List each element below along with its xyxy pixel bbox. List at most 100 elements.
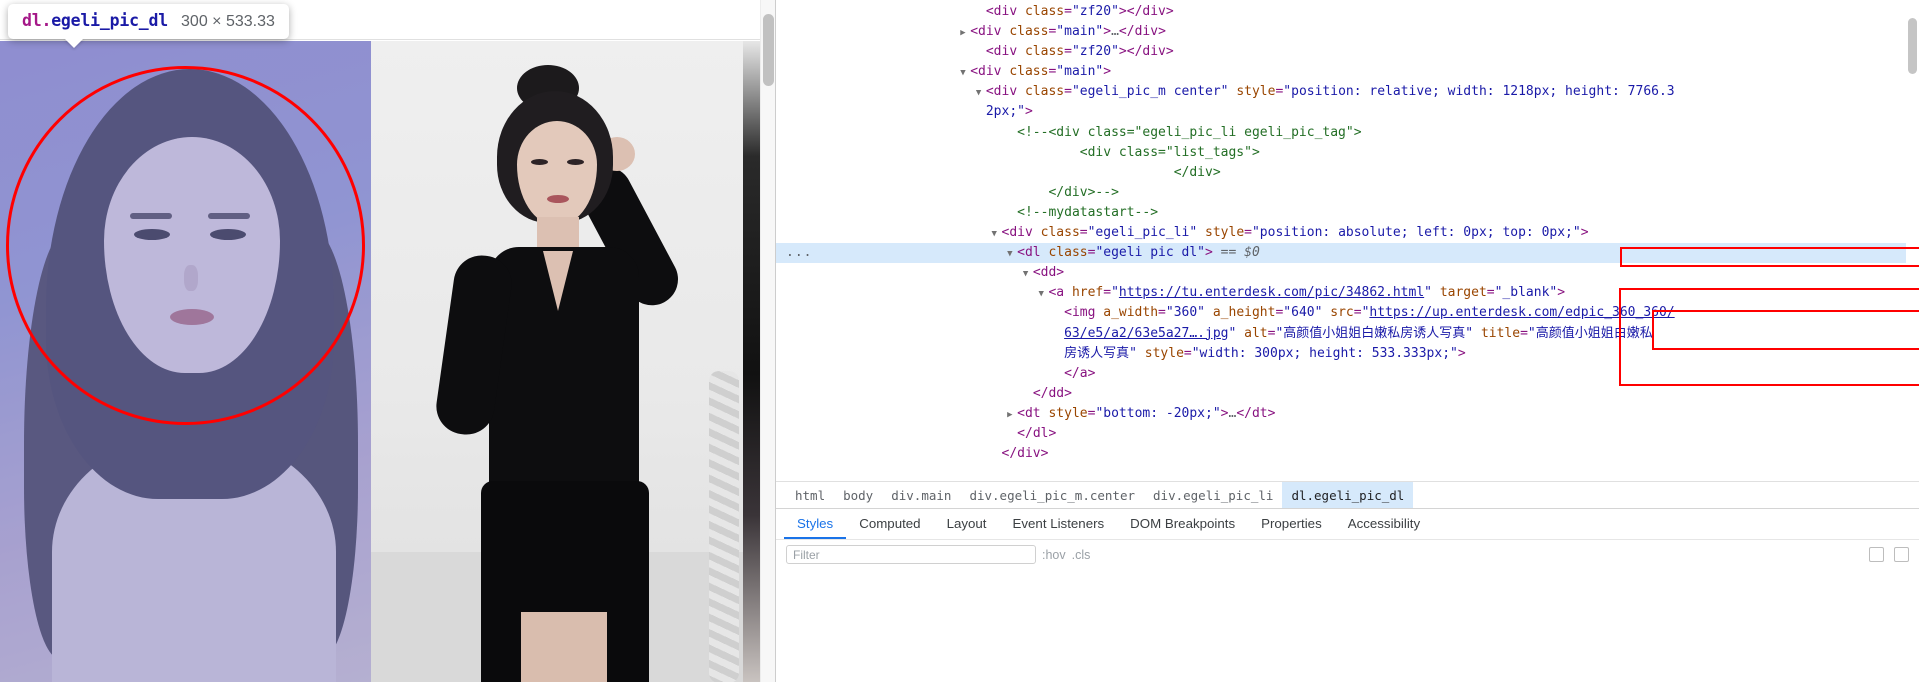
sidebar-tab-bar[interactable]: Styles Computed Layout Event Listeners DOM B… xyxy=(776,508,1919,539)
styles-pane[interactable]: Filter :hov .cls xyxy=(776,539,1919,682)
tab-accessibility[interactable]: Accessibility xyxy=(1335,509,1433,539)
breadcrumb-item-div-main[interactable]: div.main xyxy=(882,482,960,508)
dom-row[interactable]: </div>--> xyxy=(776,183,1919,203)
dom-attribute-name: src xyxy=(1330,305,1354,321)
dom-token xyxy=(1197,225,1205,240)
dom-row[interactable]: <div class="main">…</div> xyxy=(776,22,1919,42)
dom-row[interactable]: <dd> xyxy=(776,263,1919,283)
cls-toggle[interactable]: .cls xyxy=(1072,548,1091,562)
dom-row[interactable]: <!--<div class="egeli_pic_li egeli_pic_t… xyxy=(776,123,1919,143)
dom-token: < xyxy=(970,64,979,80)
chevron-right-icon[interactable] xyxy=(1007,405,1017,425)
breadcrumb-item-body[interactable]: body xyxy=(834,482,882,508)
chevron-right-icon[interactable] xyxy=(960,23,970,43)
dom-row[interactable]: </dd> xyxy=(776,384,1919,404)
dom-tree-scrollbar-thumb[interactable] xyxy=(1908,18,1917,74)
no-twisty-icon xyxy=(976,3,986,23)
styles-filter-input[interactable]: Filter xyxy=(786,545,1036,564)
chevron-down-icon[interactable] xyxy=(992,224,1002,244)
dom-tag-name: div xyxy=(978,24,1002,40)
photo2-eye-right xyxy=(567,159,584,165)
dom-row[interactable]: <!--mydatastart--> xyxy=(776,203,1919,223)
photo-face xyxy=(104,137,280,373)
chevron-down-icon[interactable] xyxy=(1038,284,1048,304)
no-twisty-icon xyxy=(1054,345,1064,365)
page-viewport[interactable]: dl.egeli_pic_dl 300 × 533.33 xyxy=(0,0,775,682)
dom-row-indent xyxy=(788,185,1038,200)
dom-row[interactable]: <div class="zf20"></div> xyxy=(776,42,1919,62)
tab-dom-breakpoints[interactable]: DOM Breakpoints xyxy=(1117,509,1248,539)
no-twisty-icon xyxy=(1007,204,1017,224)
dom-attribute-name: class xyxy=(1040,225,1080,241)
tab-event-listeners[interactable]: Event Listeners xyxy=(1000,509,1118,539)
dom-row-selected[interactable]: ... <dl class="egeli pic dl"> == $0 xyxy=(776,243,1919,264)
dom-token: </ xyxy=(1017,425,1033,441)
computed-styles-icon[interactable] xyxy=(1894,547,1909,562)
breadcrumb-item-dl-egeli-pic-dl[interactable]: dl.egeli_pic_dl xyxy=(1282,482,1414,508)
gallery-photo-second[interactable] xyxy=(371,41,743,682)
dom-tag-name: div xyxy=(993,84,1018,100)
tab-computed[interactable]: Computed xyxy=(846,509,933,539)
dom-row[interactable]: 房诱人写真" style="width: 300px; height: 533.… xyxy=(776,344,1919,364)
dom-attribute-link[interactable]: 63/e5/a2/63e5a27….jpg xyxy=(1064,326,1228,341)
dom-token: > xyxy=(1165,44,1174,60)
dom-row[interactable]: <dt style="bottom: -20px;">…</dt> xyxy=(776,404,1919,424)
gallery-photo-inspected[interactable] xyxy=(0,41,371,682)
dom-attribute-link[interactable]: https://tu.enterdesk.com/pic/34862.html xyxy=(1119,285,1424,300)
dom-tree-scrollbar[interactable] xyxy=(1906,0,1919,481)
no-twisty-icon xyxy=(1054,325,1064,345)
tab-styles[interactable]: Styles xyxy=(784,509,847,539)
elements-dom-tree[interactable]: <div class="zf20"></div> <div class="mai… xyxy=(776,0,1919,481)
dom-attribute-name: style xyxy=(1205,225,1245,241)
dom-row[interactable]: <div class="main"> xyxy=(776,62,1919,82)
styles-pane-actions xyxy=(1869,547,1909,562)
dom-row[interactable]: 2px;"> xyxy=(776,102,1919,122)
dom-tag-name: dd xyxy=(1040,265,1057,281)
dom-attribute-link[interactable]: https://up.enterdesk.com/edpic_360_360/ xyxy=(1369,305,1674,320)
breadcrumb-item-html[interactable]: html xyxy=(786,482,834,508)
dom-row[interactable]: <div class="egeli_pic_li" style="positio… xyxy=(776,223,1919,243)
dom-row[interactable]: </a> xyxy=(776,364,1919,384)
dom-row[interactable]: <div class="zf20"></div> xyxy=(776,2,1919,22)
no-twisty-icon xyxy=(1164,164,1174,184)
tab-properties[interactable]: Properties xyxy=(1248,509,1335,539)
dom-row[interactable]: <img a_width="360" a_height="640" src="h… xyxy=(776,303,1919,323)
breadcrumb-item-div-egeli-pic-li[interactable]: div.egeli_pic_li xyxy=(1144,482,1282,508)
no-twisty-icon xyxy=(1007,124,1017,144)
tab-layout[interactable]: Layout xyxy=(934,509,1000,539)
dom-row-overflow-icon[interactable]: ... xyxy=(786,243,812,263)
dom-tag-name: dt xyxy=(1024,405,1041,421)
tooltip-dimensions: 300 × 533.33 xyxy=(181,13,275,30)
chevron-down-icon[interactable] xyxy=(960,63,970,83)
dom-row[interactable]: </dl> xyxy=(776,424,1919,444)
hov-toggle[interactable]: :hov xyxy=(1042,548,1066,562)
dom-attribute-value: "main" xyxy=(1056,24,1104,40)
chevron-down-icon[interactable] xyxy=(1023,264,1033,284)
dom-token: > xyxy=(1580,225,1589,241)
dom-attribute-name: a_width xyxy=(1103,305,1159,321)
no-twisty-icon xyxy=(992,445,1002,465)
dom-token: = xyxy=(1244,225,1252,241)
page-scrollbar[interactable] xyxy=(760,0,775,682)
dom-row[interactable]: <div class="list_tags"> xyxy=(776,143,1919,163)
tooltip-arrow xyxy=(64,38,84,48)
new-style-rule-icon[interactable] xyxy=(1869,547,1884,562)
dom-row[interactable]: 63/e5/a2/63e5a27….jpg" alt="高颜值小姐姐白嫩私房诱人… xyxy=(776,324,1919,344)
dom-row[interactable]: </div> xyxy=(776,444,1919,464)
chevron-down-icon[interactable] xyxy=(1007,244,1017,264)
no-twisty-icon xyxy=(976,43,986,63)
chevron-down-icon[interactable] xyxy=(976,83,986,103)
dom-token: > xyxy=(1220,405,1229,421)
dom-token xyxy=(1205,305,1213,320)
dom-row[interactable]: <div class="egeli_pic_m center" style="p… xyxy=(776,82,1919,102)
dom-row[interactable]: </div> xyxy=(776,163,1919,183)
dom-tag-name: div xyxy=(1017,446,1041,462)
dom-row[interactable]: <a href="https://tu.enterdesk.com/pic/34… xyxy=(776,283,1919,303)
breadcrumb-item-div-egeli-pic-m-center[interactable]: div.egeli_pic_m.center xyxy=(960,482,1144,508)
dom-token: = xyxy=(1486,285,1495,301)
page-scrollbar-thumb[interactable] xyxy=(763,14,774,86)
dom-row-indent xyxy=(788,446,992,461)
dom-tag-name: div xyxy=(1142,44,1166,60)
dom-token xyxy=(1017,84,1025,99)
dom-breadcrumb[interactable]: html body div.main div.egeli_pic_m.center di… xyxy=(776,481,1919,508)
